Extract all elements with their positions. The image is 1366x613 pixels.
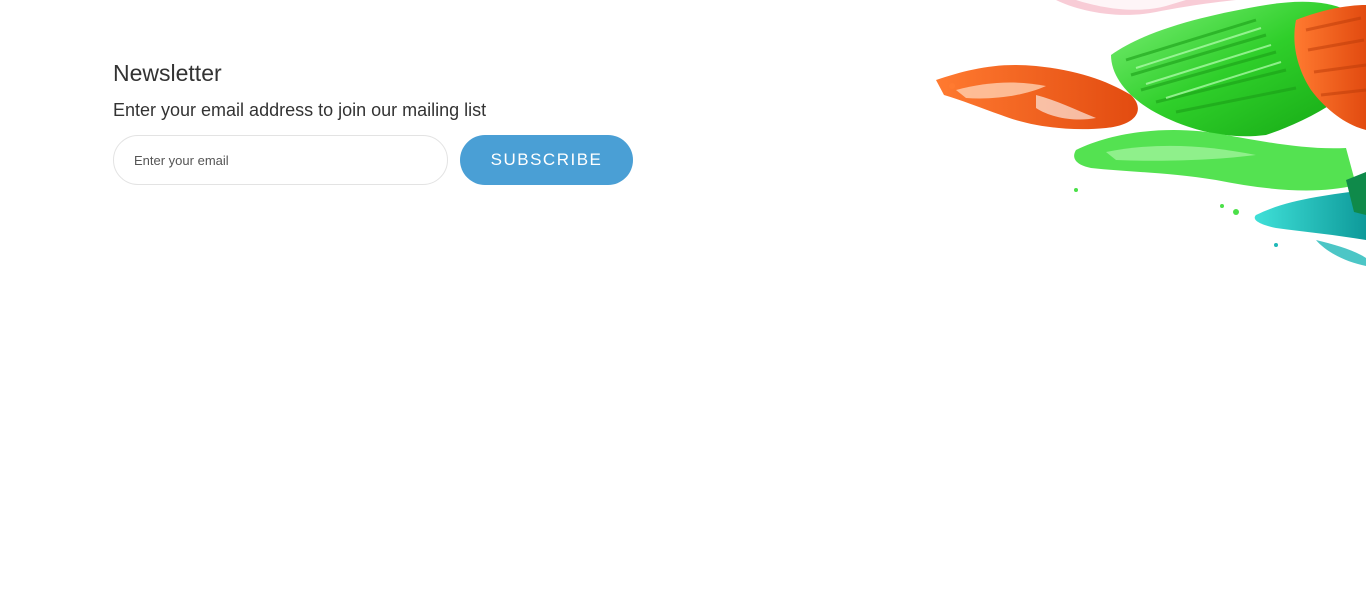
newsletter-subtitle: Enter your email address to join our mai… (113, 100, 487, 120)
page: Newsletter Enter your email address to j… (0, 0, 1366, 613)
subscribe-button[interactable]: SUBSCRIBE (460, 135, 633, 185)
newsletter-title: Newsletter (113, 60, 222, 86)
newsletter-section: Newsletter Enter your email address to j… (113, 58, 633, 185)
email-input[interactable] (113, 135, 448, 185)
paint-brushes-image (936, 0, 1366, 266)
subscribe-form: SUBSCRIBE (113, 135, 633, 185)
